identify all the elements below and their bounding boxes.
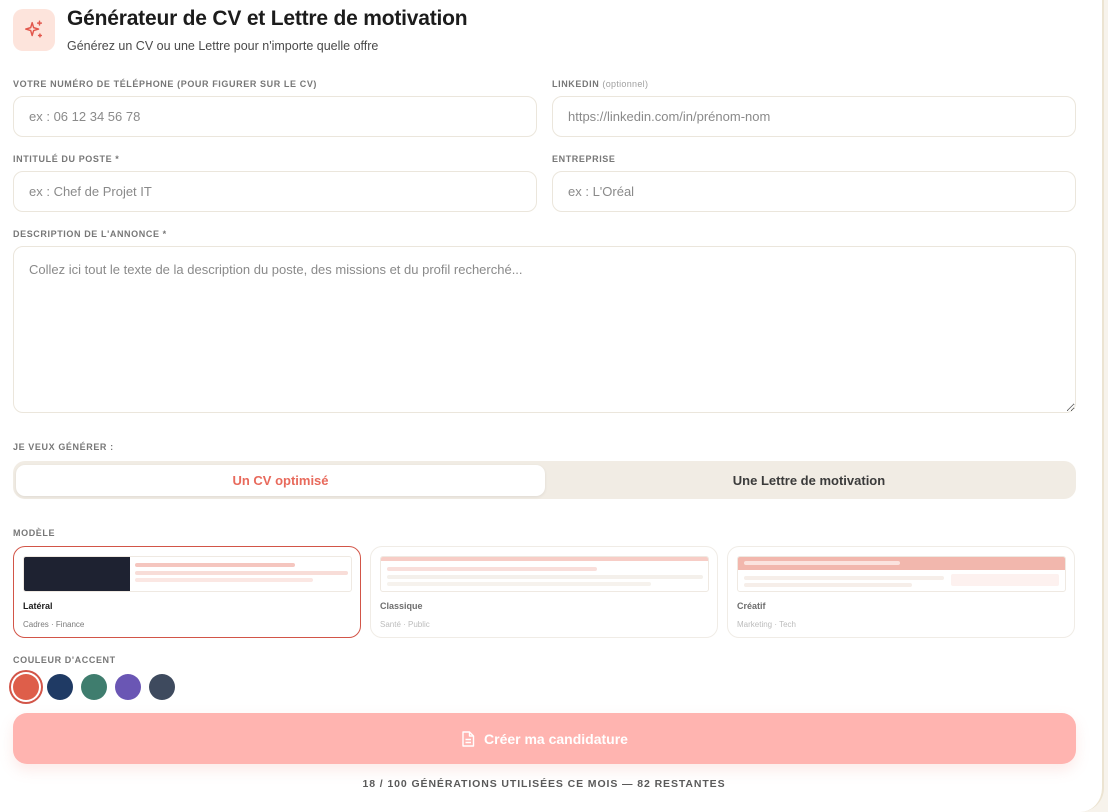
sparkles-icon	[13, 9, 55, 51]
accent-swatch-coral[interactable]	[13, 674, 39, 700]
template-preview	[737, 556, 1066, 592]
accent-swatch-green[interactable]	[81, 674, 107, 700]
document-icon	[461, 730, 475, 747]
company-input[interactable]	[552, 171, 1076, 212]
template-tags: Marketing · Tech	[737, 620, 796, 629]
linkedin-label-text: LINKEDIN	[552, 79, 600, 89]
create-application-button[interactable]: Créer ma candidature	[13, 713, 1076, 764]
generate-toggle: Un CV optimisé Une Lettre de motivation	[13, 461, 1076, 499]
usage-counter: 18 / 100 GÉNÉRATIONS UTILISÉES CE MOIS —…	[362, 778, 726, 790]
linkedin-label: LINKEDIN (optionnel)	[552, 79, 648, 89]
company-label: ENTREPRISE	[552, 154, 616, 164]
template-preview	[23, 556, 352, 592]
template-name: Créatif	[737, 601, 766, 611]
create-button-label: Créer ma candidature	[484, 730, 628, 747]
optional-tag: (optionnel)	[602, 79, 649, 89]
template-preview	[380, 556, 709, 592]
job-title-label: INTITULÉ DU POSTE *	[13, 154, 120, 164]
accent-swatch-slate[interactable]	[149, 674, 175, 700]
accent-label: COULEUR D'ACCENT	[13, 655, 116, 665]
template-label: MODÈLE	[13, 528, 56, 538]
template-classique[interactable]: Classique Santé · Public	[370, 546, 718, 638]
page-title: Générateur de CV et Lettre de motivation	[67, 7, 468, 30]
template-lateral[interactable]: Latéral Cadres · Finance	[13, 546, 361, 638]
toggle-letter[interactable]: Une Lettre de motivation	[545, 465, 1073, 496]
template-name: Latéral	[23, 601, 53, 611]
description-label: DESCRIPTION DE L'ANNONCE *	[13, 229, 167, 239]
page-subtitle: Générez un CV ou une Lettre pour n'impor…	[67, 39, 379, 53]
description-textarea[interactable]	[13, 246, 1076, 413]
linkedin-input[interactable]	[552, 96, 1076, 137]
phone-label: VOTRE NUMÉRO DE TÉLÉPHONE (POUR FIGURER …	[13, 79, 318, 89]
toggle-cv[interactable]: Un CV optimisé	[16, 465, 545, 496]
accent-swatch-navy[interactable]	[47, 674, 73, 700]
template-name: Classique	[380, 601, 423, 611]
template-tags: Cadres · Finance	[23, 620, 85, 629]
phone-input[interactable]	[13, 96, 537, 137]
template-tags: Santé · Public	[380, 620, 430, 629]
generator-card: Générateur de CV et Lettre de motivation…	[0, 0, 1104, 812]
template-creatif[interactable]: Créatif Marketing · Tech	[727, 546, 1075, 638]
accent-swatch-purple[interactable]	[115, 674, 141, 700]
job-title-input[interactable]	[13, 171, 537, 212]
generate-label: JE VEUX GÉNÉRER :	[13, 442, 114, 452]
